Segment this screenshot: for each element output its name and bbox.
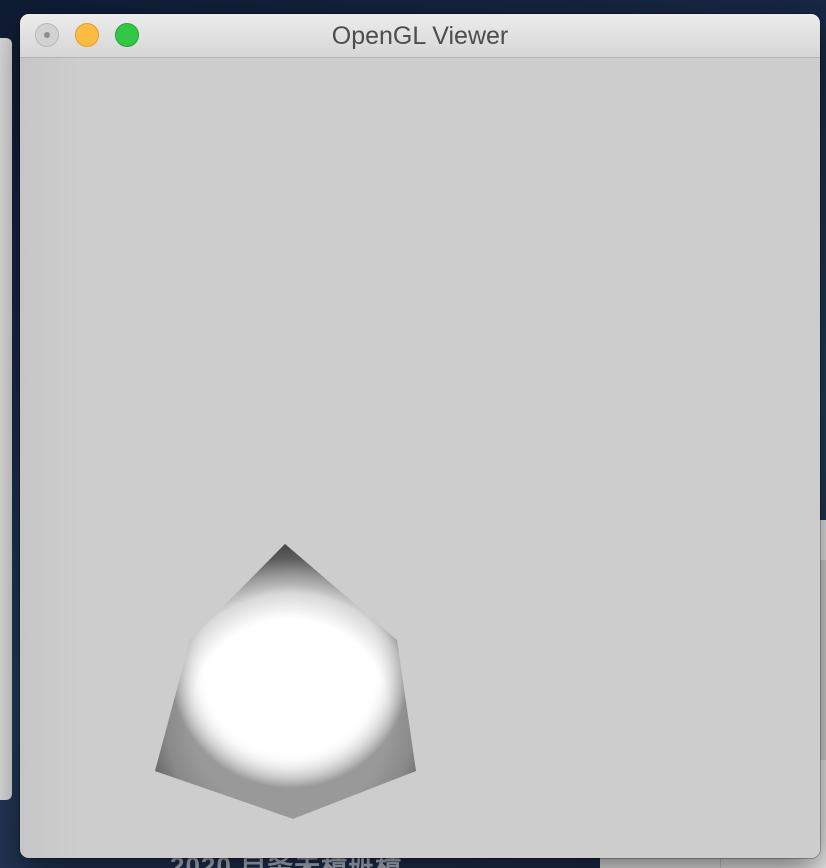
shaded-cube-top-shadow — [155, 544, 416, 819]
rendered-scene — [155, 544, 416, 819]
opengl-viewer-window: OpenGL Viewer — [20, 14, 820, 858]
background-window-left — [0, 38, 12, 800]
window-title: OpenGL Viewer — [331, 22, 509, 50]
opengl-canvas[interactable] — [20, 58, 820, 858]
title-bar[interactable]: OpenGL Viewer — [20, 14, 820, 58]
